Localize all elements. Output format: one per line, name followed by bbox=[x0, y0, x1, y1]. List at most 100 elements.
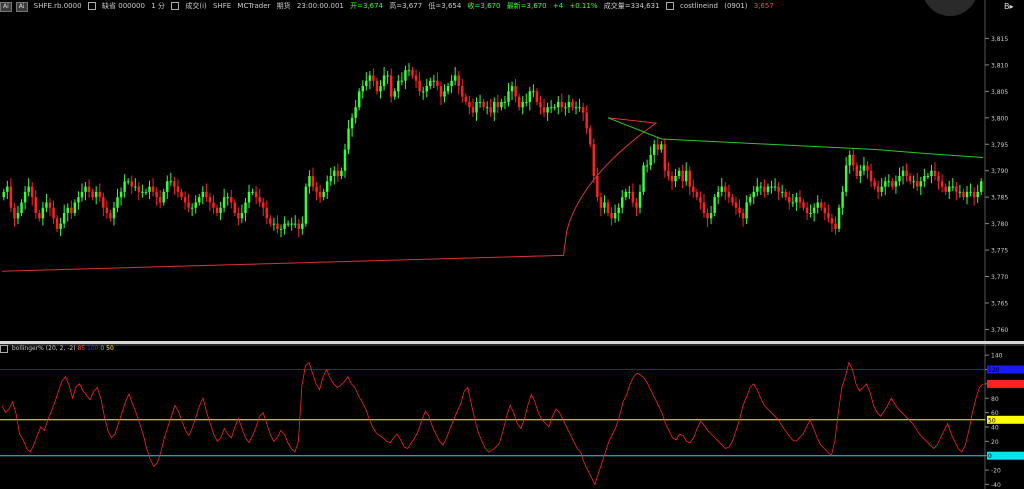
open-value: 开=3,674 bbox=[350, 2, 384, 10]
candle-body bbox=[880, 186, 883, 192]
candle-body bbox=[109, 213, 112, 219]
indicator-name[interactable]: costlineind bbox=[680, 2, 718, 10]
candle-body bbox=[144, 191, 148, 193]
chart-canvas[interactable]: 3,760 3,765 3,770 3,775 3,780 3,785 3,790 3,795… bbox=[0, 0, 1024, 489]
candle-body bbox=[763, 186, 766, 192]
volume-hint-label: 成交(i) bbox=[185, 2, 207, 10]
candle-body bbox=[176, 186, 180, 192]
price-tick-label: 3,785 bbox=[991, 195, 1008, 202]
candle-body bbox=[859, 170, 862, 176]
pct-value: +0.11% bbox=[569, 2, 598, 10]
candle-body bbox=[503, 101, 507, 103]
candle-body bbox=[731, 197, 734, 203]
candle-body bbox=[9, 186, 13, 208]
candle-body bbox=[517, 96, 521, 108]
candle-body bbox=[969, 191, 972, 193]
price-axis: 3,760 3,765 3,770 3,775 3,780 3,785 3,790 3,795… bbox=[985, 36, 1008, 334]
candle-body bbox=[45, 202, 48, 208]
candle-body bbox=[976, 191, 979, 198]
candle-body bbox=[375, 80, 379, 92]
candle-body bbox=[748, 197, 752, 203]
candle-body bbox=[105, 207, 109, 214]
bollinger-series bbox=[1, 361, 984, 486]
candle-body bbox=[745, 202, 748, 219]
volume-value: 成交量=334,631 bbox=[603, 2, 660, 10]
candle-body bbox=[642, 165, 645, 192]
candle-body bbox=[947, 186, 951, 192]
candle-body bbox=[190, 207, 194, 209]
candle-body bbox=[802, 202, 805, 208]
candle-body bbox=[333, 170, 336, 176]
candle-body bbox=[567, 101, 571, 108]
candle-body bbox=[446, 86, 450, 92]
candle-body bbox=[87, 186, 91, 192]
candle-body bbox=[884, 181, 887, 187]
checkbox-icon[interactable] bbox=[665, 2, 674, 10]
close-value: 收=3,670 bbox=[467, 2, 501, 10]
candle-body bbox=[827, 213, 830, 219]
candle-body bbox=[226, 197, 229, 199]
toggle-button-a[interactable]: Ai bbox=[0, 2, 12, 12]
bollinger-panel[interactable] bbox=[0, 344, 1024, 457]
candle-body bbox=[848, 154, 851, 166]
high-value: 高=3,677 bbox=[389, 2, 423, 10]
candle-body bbox=[386, 75, 389, 77]
candle-body bbox=[478, 101, 482, 103]
candle-body bbox=[468, 101, 471, 108]
candle-body bbox=[276, 223, 279, 229]
candle-body bbox=[315, 186, 318, 192]
bollinger-tick-label: 80 bbox=[991, 396, 999, 403]
candle-body bbox=[539, 101, 542, 108]
candle-body bbox=[137, 186, 141, 192]
price-tick-label: 3,795 bbox=[991, 142, 1008, 149]
candle-body bbox=[201, 191, 205, 198]
candle-body bbox=[500, 101, 503, 108]
candle-body bbox=[667, 170, 670, 176]
candle-body bbox=[585, 112, 588, 129]
candle-body bbox=[116, 197, 119, 208]
candle-body bbox=[795, 197, 798, 203]
change-value: +4 bbox=[552, 2, 564, 10]
candle-body bbox=[119, 191, 123, 198]
checkbox-icon[interactable] bbox=[171, 2, 180, 10]
candle-body bbox=[752, 191, 755, 198]
bollinger-value-4: 50 bbox=[106, 345, 114, 352]
candle-body bbox=[443, 91, 446, 97]
candle-body bbox=[251, 191, 254, 193]
candle-body bbox=[589, 128, 592, 145]
candle-body bbox=[453, 75, 457, 81]
candle-body bbox=[876, 186, 880, 192]
candle-body bbox=[610, 213, 613, 219]
candle-body bbox=[873, 181, 876, 187]
checkbox-icon[interactable] bbox=[87, 2, 96, 10]
panel-toggle-icon[interactable]: B▸ bbox=[1004, 2, 1014, 11]
candle-body bbox=[816, 202, 819, 208]
candle-body bbox=[23, 191, 27, 203]
checkbox-icon[interactable] bbox=[0, 344, 8, 353]
candle-body bbox=[557, 101, 560, 108]
candle-body bbox=[94, 191, 98, 198]
candle-body bbox=[27, 186, 30, 192]
main-chart-area[interactable] bbox=[0, 0, 1024, 489]
bollinger-tick-label: -20 bbox=[991, 468, 1001, 475]
candle-body bbox=[436, 80, 439, 87]
candle-body bbox=[59, 223, 62, 229]
candle-body bbox=[923, 176, 926, 182]
bollinger-name[interactable]: bollinger% bbox=[12, 345, 44, 352]
period-label: 1 分 bbox=[151, 2, 165, 10]
candle-body bbox=[52, 207, 55, 219]
toggle-button-b[interactable]: Ai bbox=[15, 2, 28, 12]
candle-body bbox=[151, 186, 155, 192]
candle-body bbox=[521, 101, 524, 108]
symbol-label[interactable]: SHFE.rb.0000 bbox=[34, 2, 82, 10]
candle-body bbox=[955, 186, 958, 192]
price-tick-label: 3,780 bbox=[991, 221, 1008, 228]
candle-body bbox=[937, 176, 940, 182]
candle-body bbox=[336, 170, 340, 176]
candle-body bbox=[702, 202, 706, 214]
candle-body bbox=[532, 91, 535, 93]
candle-body bbox=[2, 191, 6, 198]
candle-body bbox=[958, 191, 962, 193]
candle-body bbox=[91, 191, 94, 198]
candle-body bbox=[553, 107, 556, 109]
